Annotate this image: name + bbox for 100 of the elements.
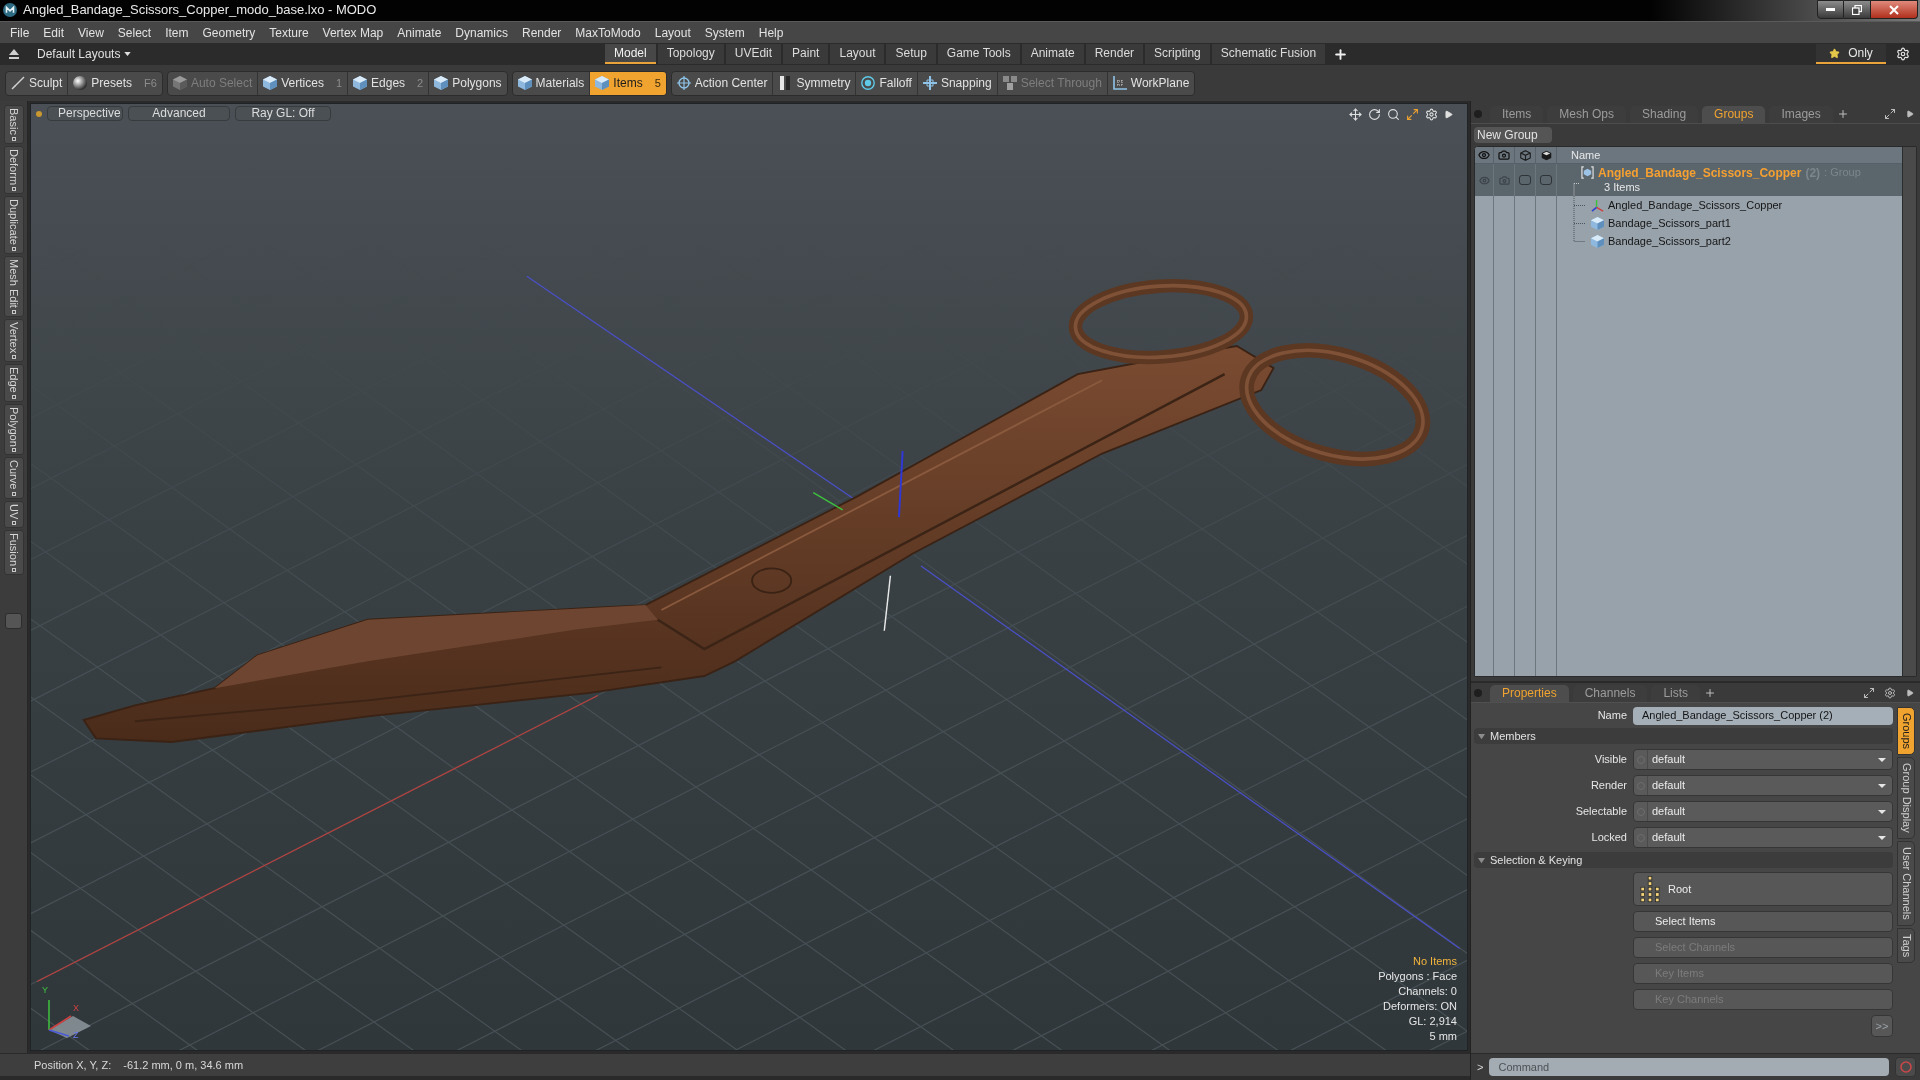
tool-button[interactable]: Sculpt: [6, 71, 68, 95]
tool-button[interactable]: Symmetry: [772, 71, 856, 95]
layout-tab[interactable]: Paint: [783, 44, 829, 64]
command-field[interactable]: Command: [1489, 1058, 1889, 1076]
toggle-icon[interactable]: [1540, 175, 1552, 185]
section-header[interactable]: Members: [1474, 728, 1893, 744]
name-field[interactable]: Angled_Bandage_Scissors_Copper (2): [1633, 706, 1893, 725]
record-button[interactable]: [1895, 1057, 1916, 1077]
tool-tab[interactable]: UV: [3, 500, 24, 529]
tool-button[interactable]: Falloff: [855, 71, 917, 95]
dot-icon[interactable]: [36, 110, 42, 117]
menu-item[interactable]: View: [71, 23, 111, 42]
menu-item[interactable]: Vertex Map: [315, 23, 391, 42]
tool-tab[interactable]: Fusion: [3, 530, 24, 576]
cube-outline-icon[interactable]: [1519, 149, 1531, 161]
hierarchy-button[interactable]: Root: [1633, 872, 1893, 906]
toggle-icon[interactable]: [1519, 175, 1531, 185]
menu-item[interactable]: Animate: [390, 23, 449, 42]
expand-icon[interactable]: [1863, 687, 1875, 699]
dropdown[interactable]: default: [1633, 801, 1893, 822]
plus-icon[interactable]: [1333, 46, 1349, 62]
maximize-icon[interactable]: [1406, 108, 1419, 121]
side-tab[interactable]: Groups: [1897, 707, 1915, 756]
layout-tab[interactable]: Schematic Fusion: [1211, 44, 1326, 64]
tool-tab[interactable]: Duplicate: [3, 195, 24, 254]
menu-item[interactable]: File: [3, 23, 37, 42]
settings-icon[interactable]: [1884, 687, 1896, 699]
scrollbar[interactable]: [1902, 147, 1916, 676]
panel-tab[interactable]: Properties: [1490, 685, 1569, 702]
dot-icon[interactable]: [1474, 110, 1482, 118]
minimize-button[interactable]: [1817, 0, 1844, 19]
side-tab[interactable]: User Channels: [1897, 840, 1915, 926]
viewport[interactable]: Perspective Advanced Ray GL: Off Y X Z No Items Polygons : Face Channels: 0 Deformers: ON GL: 2,914 5 mm: [30, 103, 1468, 1051]
layout-tab[interactable]: Setup: [886, 44, 936, 64]
tool-button[interactable]: Vertices 1: [257, 71, 348, 95]
viewport-button[interactable]: Ray GL: Off: [235, 106, 331, 121]
menu-item[interactable]: Edit: [36, 23, 72, 42]
tool-tab[interactable]: Vertex: [3, 318, 24, 362]
up-arrow-icon[interactable]: [9, 49, 19, 59]
menu-item[interactable]: Help: [751, 23, 791, 42]
layout-tab[interactable]: Layout: [830, 44, 885, 64]
only-toggle[interactable]: Only: [1816, 44, 1886, 64]
menu-item[interactable]: Item: [158, 23, 196, 42]
layout-tab[interactable]: Topology: [657, 44, 724, 64]
tool-tab[interactable]: Mesh Edit: [3, 255, 24, 317]
restore-button[interactable]: [1844, 0, 1871, 19]
tool-button[interactable]: Action Center: [671, 71, 773, 95]
menu-item[interactable]: System: [697, 23, 752, 42]
side-tab[interactable]: Tags: [1897, 927, 1915, 963]
section-header[interactable]: Selection & Keying: [1474, 852, 1893, 868]
layout-tab[interactable]: Scripting: [1145, 44, 1210, 64]
layout-tab[interactable]: Animate: [1021, 44, 1084, 64]
side-tab[interactable]: Group Display: [1897, 757, 1915, 839]
settings-icon[interactable]: [1425, 108, 1438, 121]
action-button[interactable]: Select Items: [1633, 911, 1893, 932]
tool-button[interactable]: Materials: [512, 71, 590, 95]
tool-button[interactable]: WorkPlane: [1106, 71, 1195, 95]
tool-tab[interactable]: Deform: [3, 145, 24, 194]
cube-icon[interactable]: [1540, 149, 1552, 161]
new-group-button[interactable]: New Group: [1474, 127, 1552, 143]
tool-tab[interactable]: Polygon: [3, 403, 24, 456]
menu-item[interactable]: Texture: [262, 23, 316, 42]
dot-icon[interactable]: [1474, 689, 1482, 697]
rotate-icon[interactable]: [1368, 108, 1381, 121]
tool-tab[interactable]: Curve: [3, 457, 24, 499]
move-icon[interactable]: [1349, 108, 1362, 121]
tool-button[interactable]: Snapping: [916, 71, 997, 95]
menu-item[interactable]: Dynamics: [448, 23, 515, 42]
viewport-button[interactable]: Advanced: [128, 106, 230, 121]
layout-tab[interactable]: Model: [605, 44, 656, 64]
search-icon[interactable]: [1387, 108, 1400, 121]
dropdown[interactable]: default: [1633, 827, 1893, 848]
arrow-icon[interactable]: [1906, 110, 1914, 118]
menu-item[interactable]: Select: [110, 23, 159, 42]
tool-button[interactable]: Items 5: [589, 71, 666, 95]
menu-item[interactable]: Render: [515, 23, 569, 42]
panel-tab[interactable]: Groups: [1702, 106, 1766, 123]
close-button[interactable]: [1871, 0, 1918, 19]
dropdown[interactable]: default: [1633, 749, 1893, 770]
layout-tab[interactable]: UVEdit: [725, 44, 782, 64]
tool-button[interactable]: Edges 2: [347, 71, 429, 95]
expand-icon[interactable]: [1884, 108, 1896, 120]
tool-button[interactable]: Polygons: [428, 71, 507, 95]
tool-tab[interactable]: Basic: [3, 105, 24, 144]
menu-item[interactable]: Layout: [647, 23, 698, 42]
tool-tab[interactable]: Edge: [3, 363, 24, 402]
layouts-menu[interactable]: Default Layouts: [37, 45, 132, 63]
tool-button[interactable]: Presets F6: [67, 71, 162, 95]
camera-icon[interactable]: [1498, 149, 1510, 161]
viewport-button[interactable]: Perspective: [47, 106, 123, 121]
layout-tab[interactable]: Game Tools: [937, 44, 1020, 64]
arrow-icon[interactable]: [1444, 110, 1453, 119]
panel-toggle-button[interactable]: [5, 613, 22, 630]
menu-item[interactable]: MaxToModo: [568, 23, 648, 42]
cross-icon: [922, 76, 937, 90]
menu-item[interactable]: Geometry: [195, 23, 263, 42]
layout-tab[interactable]: Render: [1085, 44, 1144, 64]
arrow-icon[interactable]: [1906, 689, 1914, 697]
eye-icon[interactable]: [1478, 149, 1490, 161]
dropdown[interactable]: default: [1633, 775, 1893, 796]
